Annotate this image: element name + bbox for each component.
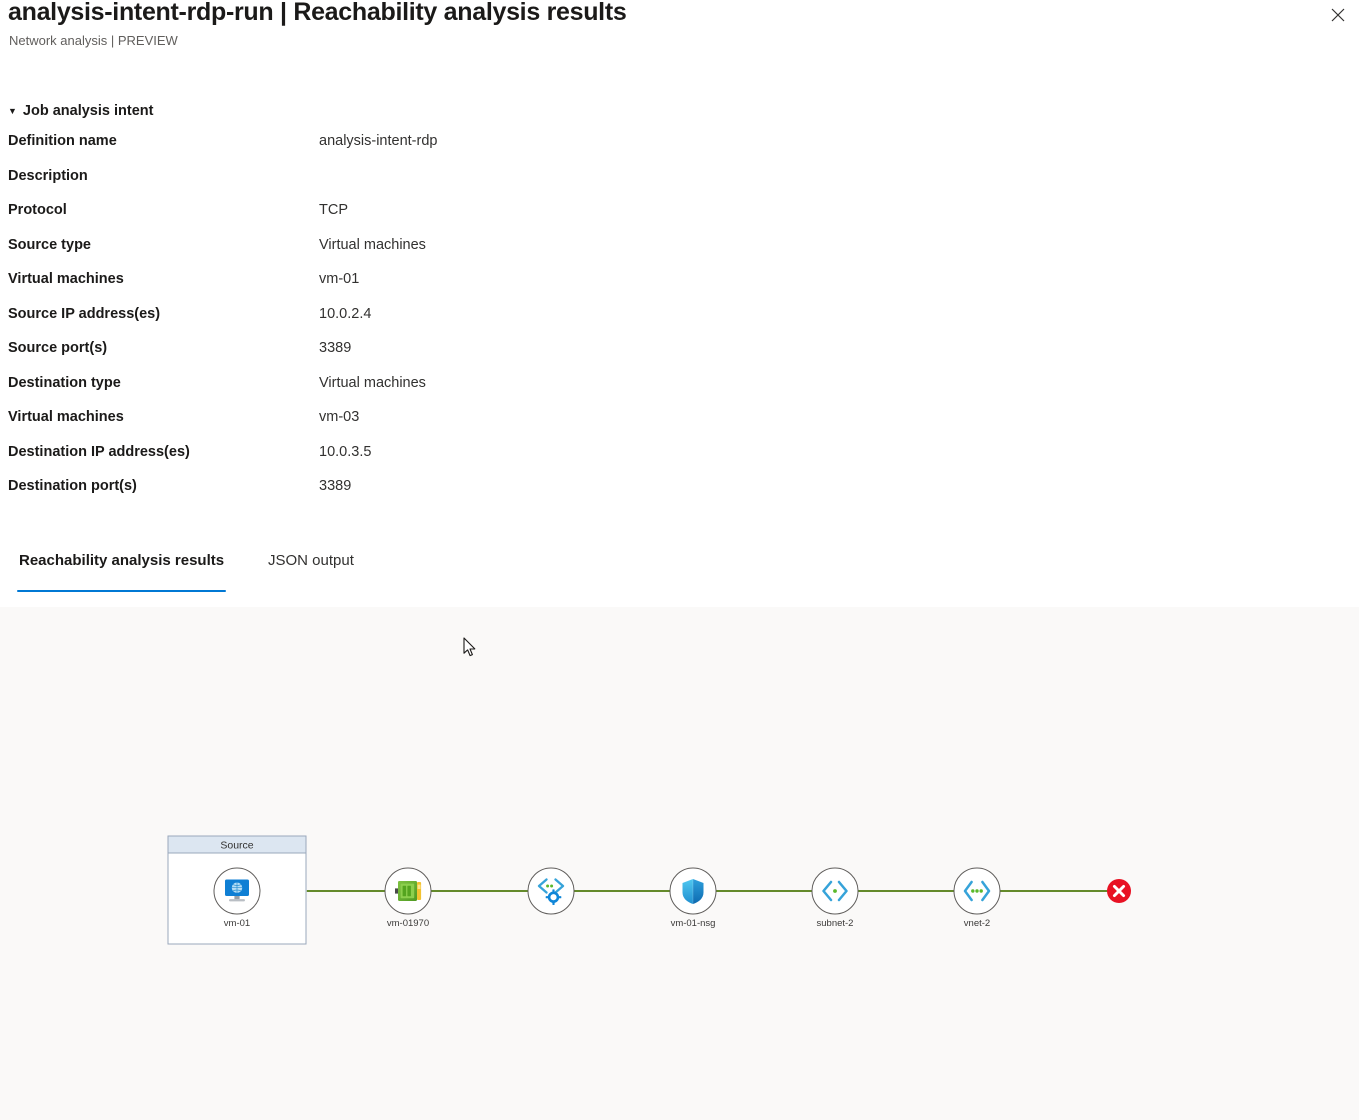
property-label: Destination port(s) xyxy=(8,478,137,494)
intent-property-list: Definition name analysis-intent-rdp Desc… xyxy=(0,133,1000,513)
page-title: analysis-intent-rdp-run | Reachability a… xyxy=(8,0,627,26)
topology-node-route-table[interactable] xyxy=(527,867,575,915)
property-row-source-ip: Source IP address(es) 10.0.2.4 xyxy=(0,306,1000,341)
property-label: Virtual machines xyxy=(8,409,124,425)
topology-node-blocked[interactable] xyxy=(1107,879,1131,903)
property-label: Description xyxy=(8,167,88,184)
source-group-title: Source xyxy=(220,840,253,852)
property-label: Source IP address(es) xyxy=(8,305,161,322)
property-value: 10.0.3.5 xyxy=(319,443,372,460)
property-value: Virtual machines xyxy=(319,374,426,391)
property-label: Destination IP address(es) xyxy=(8,443,190,460)
reachability-topology-canvas[interactable]: Source vm-01 vm-01970 vm-01-nsg subnet-2… xyxy=(0,607,1359,1120)
property-label: Protocol xyxy=(8,202,67,218)
property-label: Source port(s) xyxy=(8,340,108,356)
property-row-protocol: Protocol TCP xyxy=(0,202,1000,237)
property-value: vm-03 xyxy=(319,409,360,425)
property-row-definition-name: Definition name analysis-intent-rdp xyxy=(0,133,1000,168)
topology-node-label: vm-01-nsg xyxy=(671,918,716,929)
property-label: Virtual machines xyxy=(8,271,124,287)
topology-node-label: subnet-2 xyxy=(817,918,854,929)
chevron-down-icon: ▼ xyxy=(8,105,17,116)
property-value: Virtual machines xyxy=(319,236,426,253)
property-row-source-type: Source type Virtual machines xyxy=(0,237,1000,272)
job-analysis-intent-toggle[interactable]: ▼ Job analysis intent xyxy=(8,103,153,119)
property-row-destination-ports: Destination port(s) 3389 xyxy=(0,478,1000,513)
tab-reachability-analysis-results[interactable]: Reachability analysis results xyxy=(17,552,227,592)
property-row-destination-virtual-machines: Virtual machines vm-03 xyxy=(0,409,1000,444)
topology-node-vm-01-nsg[interactable]: vm-01-nsg xyxy=(669,867,717,929)
blade-header: analysis-intent-rdp-run | Reachability a… xyxy=(0,0,1359,60)
tab-label: Reachability analysis results xyxy=(19,552,225,569)
job-analysis-intent-title: Job analysis intent xyxy=(22,103,154,119)
property-row-source-ports: Source port(s) 3389 xyxy=(0,340,1000,375)
property-value: TCP xyxy=(319,202,348,218)
property-label: Definition name xyxy=(8,133,117,149)
property-row-destination-ip: Destination IP address(es) 10.0.3.5 xyxy=(0,444,1000,479)
topology-node-label: vm-01 xyxy=(224,918,250,929)
topology-graph: Source vm-01 vm-01970 vm-01-nsg subnet-2… xyxy=(167,835,1131,945)
topology-node-label: vnet-2 xyxy=(964,918,990,929)
topology-node-label: vm-01970 xyxy=(387,918,429,929)
property-row-destination-type: Destination type Virtual machines xyxy=(0,375,1000,410)
close-icon xyxy=(1331,8,1345,25)
property-row-description: Description xyxy=(0,168,1000,203)
topology-node-subnet-2[interactable]: subnet-2 xyxy=(811,867,859,929)
network-interface-icon xyxy=(395,881,422,901)
tab-active-indicator xyxy=(17,589,227,592)
close-button[interactable] xyxy=(1323,2,1353,30)
tab-json-output[interactable]: JSON output xyxy=(266,552,356,592)
property-label: Destination type xyxy=(8,374,121,391)
property-value: 10.0.2.4 xyxy=(319,305,372,322)
property-value: 3389 xyxy=(319,340,352,356)
tab-label: JSON output xyxy=(268,552,354,569)
property-row-source-virtual-machines: Virtual machines vm-01 xyxy=(0,271,1000,306)
property-label: Source type xyxy=(8,236,91,253)
topology-node-vnet-2[interactable]: vnet-2 xyxy=(953,867,1001,929)
property-value: analysis-intent-rdp xyxy=(319,133,438,149)
breadcrumb: Network analysis | PREVIEW xyxy=(9,33,178,48)
topology-node-vm-01970[interactable]: vm-01970 xyxy=(384,867,432,929)
property-value: 3389 xyxy=(319,478,352,494)
property-value: vm-01 xyxy=(319,271,360,287)
tab-bar: Reachability analysis results JSON outpu… xyxy=(0,552,1359,594)
